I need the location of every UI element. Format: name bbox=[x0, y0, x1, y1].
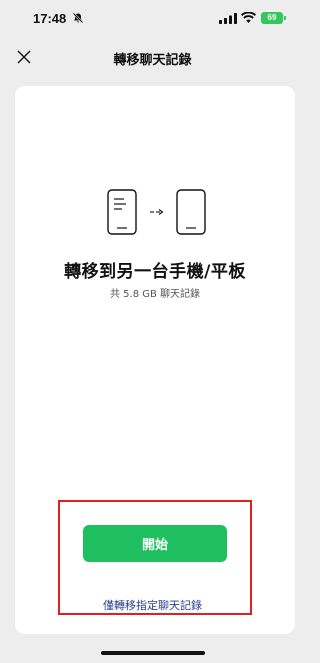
status-bar: 17:48 69 bbox=[0, 0, 305, 40]
transfer-headline: 轉移到另一台手機/平板 bbox=[64, 262, 246, 282]
chat-size-label: 共 5.8 GB 聊天記錄 bbox=[109, 289, 201, 300]
phone-transfer-icon bbox=[107, 189, 206, 235]
nav-bar: 轉移聊天記錄 bbox=[0, 40, 305, 74]
transfer-specific-chats-link[interactable]: 僅轉移指定聊天記錄 bbox=[0, 597, 305, 613]
cellular-signal-icon bbox=[219, 13, 237, 24]
wifi-icon bbox=[241, 12, 256, 23]
start-button[interactable]: 開始 bbox=[83, 525, 227, 562]
bell-slash-icon bbox=[72, 12, 84, 24]
page-title: 轉移聊天記錄 bbox=[113, 53, 192, 68]
battery-icon: 69 bbox=[261, 12, 286, 24]
home-indicator bbox=[101, 651, 205, 655]
status-time: 17:48 bbox=[33, 11, 67, 26]
